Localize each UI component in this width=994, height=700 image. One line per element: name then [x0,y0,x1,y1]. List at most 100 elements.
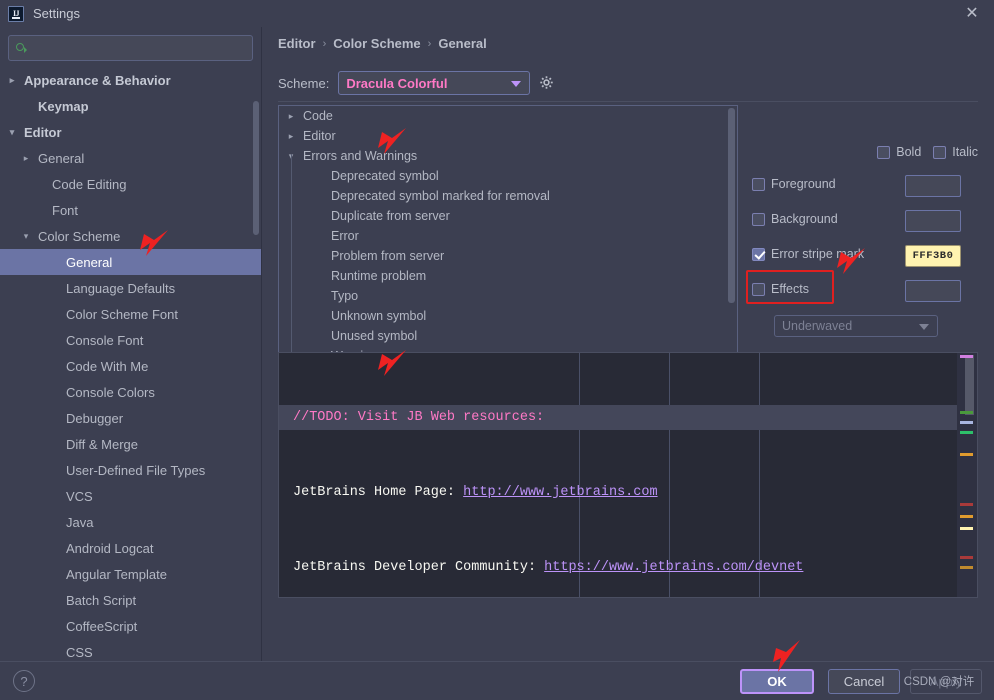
apply-button[interactable]: Apply [910,669,982,694]
color-list-item[interactable]: Problem from server [279,246,737,266]
effects-color-swatch[interactable] [905,280,961,302]
color-list-item-label: Problem from server [331,249,445,263]
sidebar-item-color-scheme[interactable]: ▾ Color Scheme [0,223,261,249]
sidebar-item-general[interactable]: General [0,249,261,275]
color-list-item[interactable]: Typo [279,286,737,306]
sidebar-item-label: User-Defined File Types [66,462,206,478]
search-box[interactable] [8,35,253,61]
bold-checkbox[interactable] [877,145,891,159]
sidebar-item-language-defaults[interactable]: Language Defaults [0,275,261,301]
background-checkbox[interactable] [752,212,765,226]
stripe-mark [960,355,973,358]
color-list-item[interactable]: Unused symbol [279,326,737,346]
sidebar-item-label: Java [66,514,94,530]
color-list-item-label: Deprecated symbol [331,169,439,183]
error-stripe-checkbox-item[interactable]: Error stripe mark [752,247,864,261]
background-color-swatch[interactable] [905,210,961,232]
color-list-item[interactable]: Unknown symbol [279,306,737,326]
color-list-item[interactable]: Deprecated symbol marked for removal [279,186,737,206]
sidebar-item-label: General [38,150,85,166]
window-title: Settings [33,6,80,21]
sidebar-item-console-colors[interactable]: Console Colors [0,379,261,405]
sidebar-item-vcs[interactable]: VCS [0,483,261,509]
sidebar-item-angular-template[interactable]: Angular Template [0,561,261,587]
sidebar-item-color-scheme-font[interactable]: Color Scheme Font [0,301,261,327]
code-line: JetBrains Developer Community: https://w… [293,555,977,580]
sidebar-item-android-logcat[interactable]: Android Logcat [0,535,261,561]
ok-button[interactable]: OK [740,669,814,694]
chevron-right-icon[interactable]: ▸ [283,111,299,122]
chevron-right-icon[interactable]: ▸ [4,75,20,86]
sidebar-item-code-with-me[interactable]: Code With Me [0,353,261,379]
dev-link[interactable]: https://www.jetbrains.com/devnet [544,560,803,575]
settings-content: Editor › Color Scheme › General Scheme: Drac… [262,27,994,661]
sidebar-item-java[interactable]: Java [0,509,261,535]
cancel-button[interactable]: Cancel [828,669,900,694]
attributes-panel: Bold Italic Foreground Background Error … [746,105,978,337]
scheme-dropdown[interactable]: Dracula Colorful [338,71,531,95]
chevron-right-icon[interactable]: ▸ [18,153,34,164]
sidebar-item-label: Console Font [66,332,144,348]
color-list-item[interactable]: Deprecated symbol [279,166,737,186]
color-list-item[interactable]: ▸ Editor [279,126,737,146]
sidebar-item-appearance-behavior[interactable]: ▸ Appearance & Behavior [0,67,261,93]
breadcrumb-item[interactable]: Color Scheme [333,36,420,51]
sidebar-item-console-font[interactable]: Console Font [0,327,261,353]
chevron-down-icon[interactable]: ▾ [4,127,20,138]
chevron-down-icon[interactable]: ▾ [18,231,34,242]
background-checkbox-item[interactable]: Background [752,212,838,226]
effect-type-dropdown[interactable]: Underwaved [774,315,938,337]
sidebar-item-editor[interactable]: ▾ Editor [0,119,261,145]
search-icon [15,41,29,55]
color-list-item[interactable]: ▾Errors and Warnings [279,146,737,166]
chevron-right-icon[interactable]: ▸ [283,131,299,142]
effects-checkbox[interactable] [752,282,765,296]
preview-scrollbar-thumb[interactable] [965,355,974,415]
sidebar-item-user-defined-file-types[interactable]: User-Defined File Types [0,457,261,483]
foreground-checkbox[interactable] [752,177,765,191]
scheme-row: Scheme: Dracula Colorful [278,71,555,95]
gear-icon[interactable] [539,75,555,91]
sidebar-item-keymap[interactable]: Keymap [0,93,261,119]
italic-label: Italic [952,145,978,159]
sidebar-item-coffeescript[interactable]: CoffeeScript [0,613,261,639]
error-stripe-gutter[interactable] [957,353,977,597]
color-list-item[interactable]: Runtime problem [279,266,737,286]
sidebar-scrollbar-thumb[interactable] [253,101,259,235]
chevron-down-icon [919,324,929,330]
sidebar-item-font[interactable]: Font [0,197,261,223]
sidebar-item-code-editing[interactable]: Code Editing [0,171,261,197]
help-icon[interactable]: ? [13,670,35,692]
bold-checkbox-item[interactable]: Bold [877,145,921,159]
sidebar-item-diff-merge[interactable]: Diff & Merge [0,431,261,457]
breadcrumb-separator: › [427,37,432,50]
breadcrumb-item[interactable]: Editor [278,36,316,51]
search-input[interactable] [33,41,246,55]
home-link[interactable]: http://www.jetbrains.com [463,485,657,500]
code-line: JetBrains Home Page: http://www.jetbrain… [293,480,977,505]
code-preview[interactable]: //TODO: Visit JB Web resources: JetBrain… [278,352,978,598]
color-list-item[interactable]: Error [279,226,737,246]
breadcrumb-item[interactable]: General [438,36,486,51]
sidebar-item-batch-script[interactable]: Batch Script [0,587,261,613]
close-icon[interactable]: ✕ [962,4,982,24]
italic-checkbox[interactable] [933,145,947,159]
chevron-down-icon [511,81,522,87]
color-list-item-label: Deprecated symbol marked for removal [331,189,550,203]
scheme-label: Scheme: [278,75,330,91]
italic-checkbox-item[interactable]: Italic [933,145,978,159]
foreground-color-swatch[interactable] [905,175,961,197]
color-list-item-label: Typo [331,289,359,303]
foreground-checkbox-item[interactable]: Foreground [752,177,836,191]
sidebar-item-css[interactable]: CSS [0,639,261,661]
stripe-mark [960,515,973,518]
color-list-scrollbar-thumb[interactable] [728,108,735,303]
error-stripe-checkbox[interactable] [752,247,765,261]
dialog-footer: ? OK Cancel Apply CSDN @对许 [0,661,994,700]
sidebar-item-general[interactable]: ▸ General [0,145,261,171]
color-list-item[interactable]: ▸ Code [279,106,737,126]
sidebar-item-debugger[interactable]: Debugger [0,405,261,431]
dev-label: JetBrains Developer Community: [293,560,545,575]
color-list-item[interactable]: Duplicate from server [279,206,737,226]
error-stripe-color-swatch[interactable]: FFF3B0 [905,245,961,267]
